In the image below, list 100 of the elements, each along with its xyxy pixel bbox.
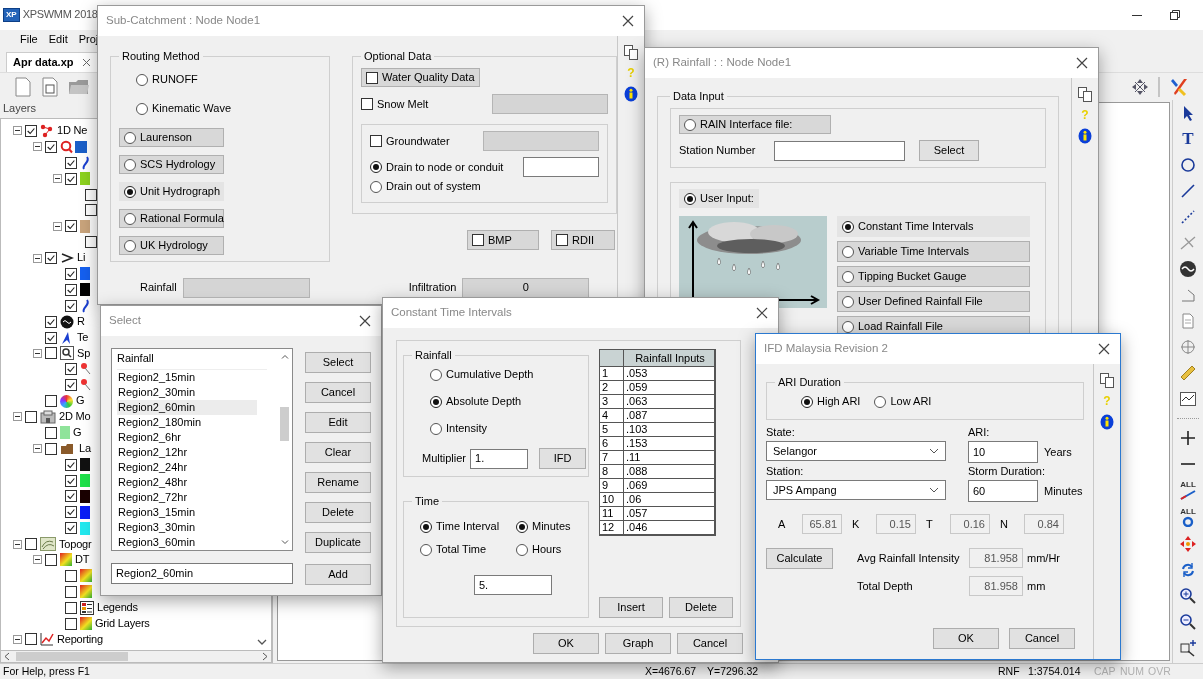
table-cell[interactable]: .069 <box>624 479 715 493</box>
list-item[interactable]: Region2_30min <box>117 385 257 400</box>
table-cell[interactable]: .088 <box>624 465 715 479</box>
radio-option[interactable]: High ARI <box>801 392 861 412</box>
dialog-button[interactable]: Cancel <box>305 382 371 403</box>
layer-checkbox[interactable] <box>65 267 77 280</box>
horizontal-scrollbar[interactable] <box>0 650 272 663</box>
template-document-icon[interactable] <box>41 76 59 97</box>
radio-indicator[interactable] <box>684 192 696 205</box>
radio-indicator[interactable] <box>124 212 136 225</box>
radio-option[interactable]: UK Hydrology <box>119 236 224 256</box>
chart-icon[interactable] <box>1179 390 1197 408</box>
layer-checkbox[interactable] <box>45 554 57 566</box>
ruler-icon[interactable] <box>1179 364 1197 382</box>
layer-checkbox[interactable] <box>45 252 57 265</box>
dialog-button[interactable]: OK <box>933 628 999 649</box>
radio-indicator[interactable] <box>874 395 887 408</box>
select-button[interactable]: Select <box>919 140 979 162</box>
layer-checkbox[interactable] <box>65 220 77 233</box>
multiplier-field[interactable]: 1. <box>470 448 528 469</box>
scroll-left-icon[interactable] <box>4 652 10 661</box>
radio-option[interactable]: Cumulative Depth <box>430 365 580 385</box>
radio-option[interactable]: Unit Hydrograph <box>119 182 224 202</box>
station-dropdown[interactable]: JPS Ampang <box>766 480 946 501</box>
layer-checkbox[interactable] <box>65 156 77 169</box>
scroll-right-icon[interactable] <box>262 652 268 661</box>
refresh-icon[interactable] <box>1179 561 1197 579</box>
storm-duration-field[interactable]: 60 <box>968 480 1038 503</box>
checkbox[interactable] <box>556 234 568 247</box>
layer-checkbox[interactable] <box>25 124 37 137</box>
radio-option[interactable]: Laurenson <box>119 128 224 148</box>
restore-icon[interactable] <box>1169 9 1181 21</box>
table-cell[interactable]: .059 <box>624 381 715 395</box>
radio-indicator[interactable] <box>124 239 136 252</box>
text-tool-icon[interactable]: T <box>1182 130 1194 148</box>
radio-indicator[interactable] <box>430 422 442 435</box>
coefficient-field[interactable]: 0.84 <box>1024 514 1064 535</box>
copy-icon[interactable] <box>1077 86 1093 102</box>
list-item[interactable]: Region2_180min <box>117 415 257 430</box>
layer-label[interactable]: La <box>79 442 91 456</box>
copy-icon[interactable] <box>1099 372 1115 388</box>
table-cell[interactable]: .153 <box>624 437 715 451</box>
tree-expander-icon[interactable] <box>33 348 42 358</box>
layer-label[interactable]: Li <box>77 251 86 265</box>
table-cell[interactable]: .053 <box>624 367 715 381</box>
radio-option[interactable]: Drain to node or conduit <box>370 157 504 177</box>
dialog-button[interactable]: Insert <box>599 597 663 618</box>
all-lines-tool[interactable]: ALL <box>1180 481 1196 500</box>
layer-checkbox[interactable] <box>65 474 77 487</box>
layer-checkbox[interactable] <box>65 172 77 185</box>
scroll-thumb[interactable] <box>280 407 289 441</box>
layer-checkbox[interactable] <box>85 236 97 249</box>
radio-indicator[interactable] <box>124 131 136 144</box>
radio-indicator[interactable] <box>684 118 696 131</box>
list-item[interactable]: Region3_30min <box>117 520 257 535</box>
radio-indicator[interactable] <box>842 245 854 258</box>
layer-checkbox[interactable] <box>65 617 77 630</box>
tree-expander-icon[interactable] <box>13 126 22 136</box>
move-arrows-icon[interactable] <box>1179 535 1197 553</box>
radio-indicator[interactable] <box>370 180 382 193</box>
checkbox-button[interactable]: BMP <box>467 230 539 251</box>
radio-indicator[interactable] <box>124 158 136 171</box>
table-cell[interactable]: .057 <box>624 507 715 521</box>
layer-label[interactable]: DT <box>75 553 90 567</box>
tree-expander-icon[interactable] <box>53 174 62 184</box>
radio-option[interactable]: Time Interval <box>420 517 516 537</box>
dialog-button[interactable]: OK <box>533 633 599 654</box>
layer-checkbox[interactable] <box>45 347 57 360</box>
layer-checkbox[interactable] <box>65 379 77 392</box>
radio-option[interactable]: Constant Time Intervals <box>837 216 1030 238</box>
layer-label[interactable]: Grid Layers <box>95 616 150 631</box>
checkbox[interactable] <box>361 98 373 111</box>
radio-indicator[interactable] <box>420 543 432 556</box>
time-field[interactable]: 5. <box>474 575 552 596</box>
radio-indicator[interactable] <box>124 185 136 198</box>
close-icon[interactable] <box>1076 57 1088 69</box>
list-item[interactable]: Region2_15min <box>117 370 257 385</box>
gauge-icon[interactable] <box>1179 260 1197 278</box>
radio-option[interactable]: Minutes <box>516 517 586 537</box>
radio-option[interactable]: Variable Time Intervals <box>837 241 1030 263</box>
layer-label[interactable]: Reporting <box>57 632 103 647</box>
layer-label[interactable]: Te <box>77 330 89 345</box>
radio-option[interactable]: Tipping Bucket Gauge <box>837 266 1030 288</box>
add-button[interactable]: Add <box>305 564 371 585</box>
ari-field[interactable]: 10 <box>968 441 1038 464</box>
radio-indicator[interactable] <box>430 368 442 381</box>
list-item[interactable]: Region3_60min <box>117 535 257 550</box>
tree-expander-icon[interactable] <box>33 142 42 152</box>
folder-icon[interactable] <box>68 77 90 96</box>
layer-checkbox[interactable] <box>45 315 57 328</box>
radio-indicator[interactable] <box>842 320 854 333</box>
table-cell[interactable]: .06 <box>624 493 715 507</box>
zoom-out-icon[interactable] <box>1179 613 1197 631</box>
depth-field[interactable]: 81.958 <box>969 576 1023 597</box>
document-tab[interactable]: Apr data.xp <box>6 51 98 72</box>
tree-expander-icon[interactable] <box>13 634 22 644</box>
coefficient-field[interactable]: 0.15 <box>876 514 916 535</box>
name-field[interactable]: Region2_60min <box>111 563 293 584</box>
dialog-button[interactable]: Delete <box>669 597 733 618</box>
state-dropdown[interactable]: Selangor <box>766 441 946 462</box>
